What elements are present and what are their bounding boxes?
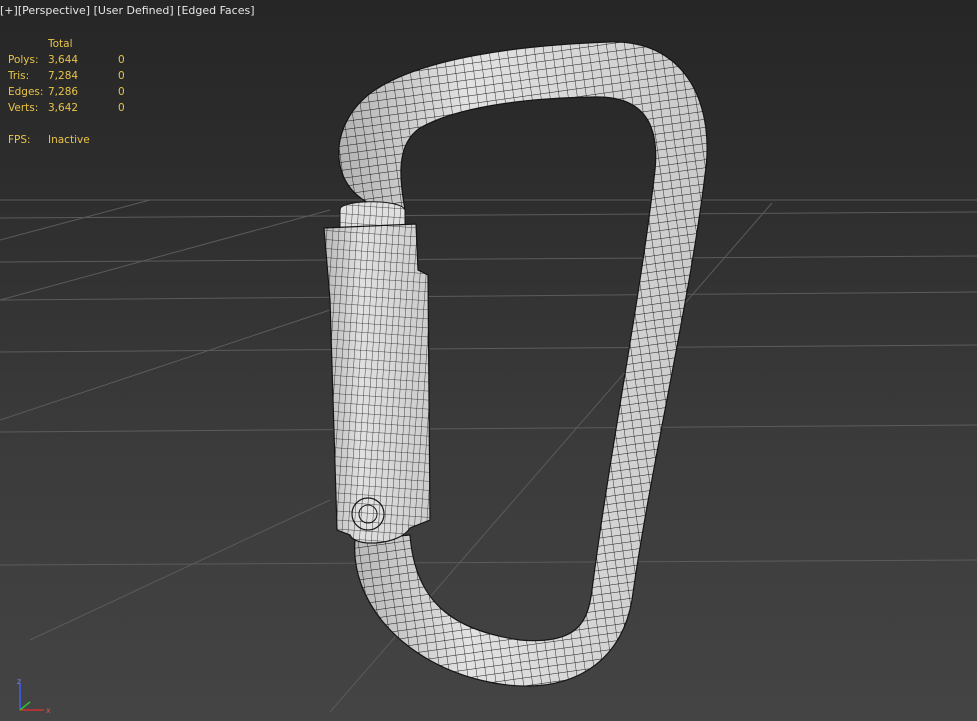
viewport-label-bar: [+][Perspective] [User Defined] [Edged F… [0, 4, 255, 17]
stats-row-tris: Tris: 7,284 0 [8, 68, 138, 84]
fps-label: FPS: [8, 134, 31, 146]
stats-label: Verts: [8, 102, 39, 114]
stats-selected: 0 [118, 86, 125, 98]
stats-label: Edges: [8, 86, 44, 98]
stats-selected: 0 [118, 70, 125, 82]
stats-header-row: Total [8, 36, 138, 52]
stats-total: 3,642 [48, 102, 79, 114]
y-axis-line [19, 701, 31, 711]
stats-label: Tris: [8, 70, 30, 82]
viewport-view-name[interactable]: [Perspective] [18, 4, 90, 17]
stats-total: 7,284 [48, 70, 79, 82]
x-axis-label: x [46, 706, 51, 715]
stats-label: Polys: [8, 54, 39, 66]
stats-selected: 0 [118, 54, 125, 66]
viewport-shading-mode[interactable]: [Edged Faces] [177, 4, 254, 17]
stats-row-fps: FPS: Inactive [8, 132, 138, 148]
stats-row-polys: Polys: 3,644 0 [8, 52, 138, 68]
statistics-overlay: Total Polys: 3,644 0 Tris: 7,284 0 Edges… [8, 36, 138, 148]
grid-line [29, 499, 331, 641]
grid-line [0, 211, 977, 219]
gate-rivet[interactable] [351, 497, 385, 531]
grid-line [0, 291, 977, 301]
grid-line [0, 255, 977, 263]
viewport-canvas[interactable] [0, 0, 977, 721]
stats-row-verts: Verts: 3,642 0 [8, 100, 138, 116]
stats-row-edges: Edges: 7,286 0 [8, 84, 138, 100]
stats-total: 3,644 [48, 54, 79, 66]
stats-selected: 0 [118, 102, 125, 114]
carabiner-mesh[interactable] [323, 41, 708, 687]
grid-line [0, 344, 977, 353]
viewport-menu-plus[interactable]: [+] [0, 4, 18, 17]
axis-gizmo-icon: z x [17, 677, 51, 715]
perspective-viewport[interactable]: [+][Perspective] [User Defined] [Edged F… [0, 0, 977, 721]
z-axis-label: z [17, 677, 21, 686]
gate-shading [324, 224, 430, 544]
grid-line [0, 199, 151, 241]
stats-total: 7,286 [48, 86, 79, 98]
grid-line [0, 209, 331, 301]
viewport-display-mode[interactable]: [User Defined] [94, 4, 174, 17]
grid-line [0, 424, 977, 433]
grid-line [0, 299, 361, 421]
fps-value: Inactive [48, 134, 90, 146]
stats-header-total: Total [48, 38, 73, 50]
grid-line [0, 559, 977, 566]
